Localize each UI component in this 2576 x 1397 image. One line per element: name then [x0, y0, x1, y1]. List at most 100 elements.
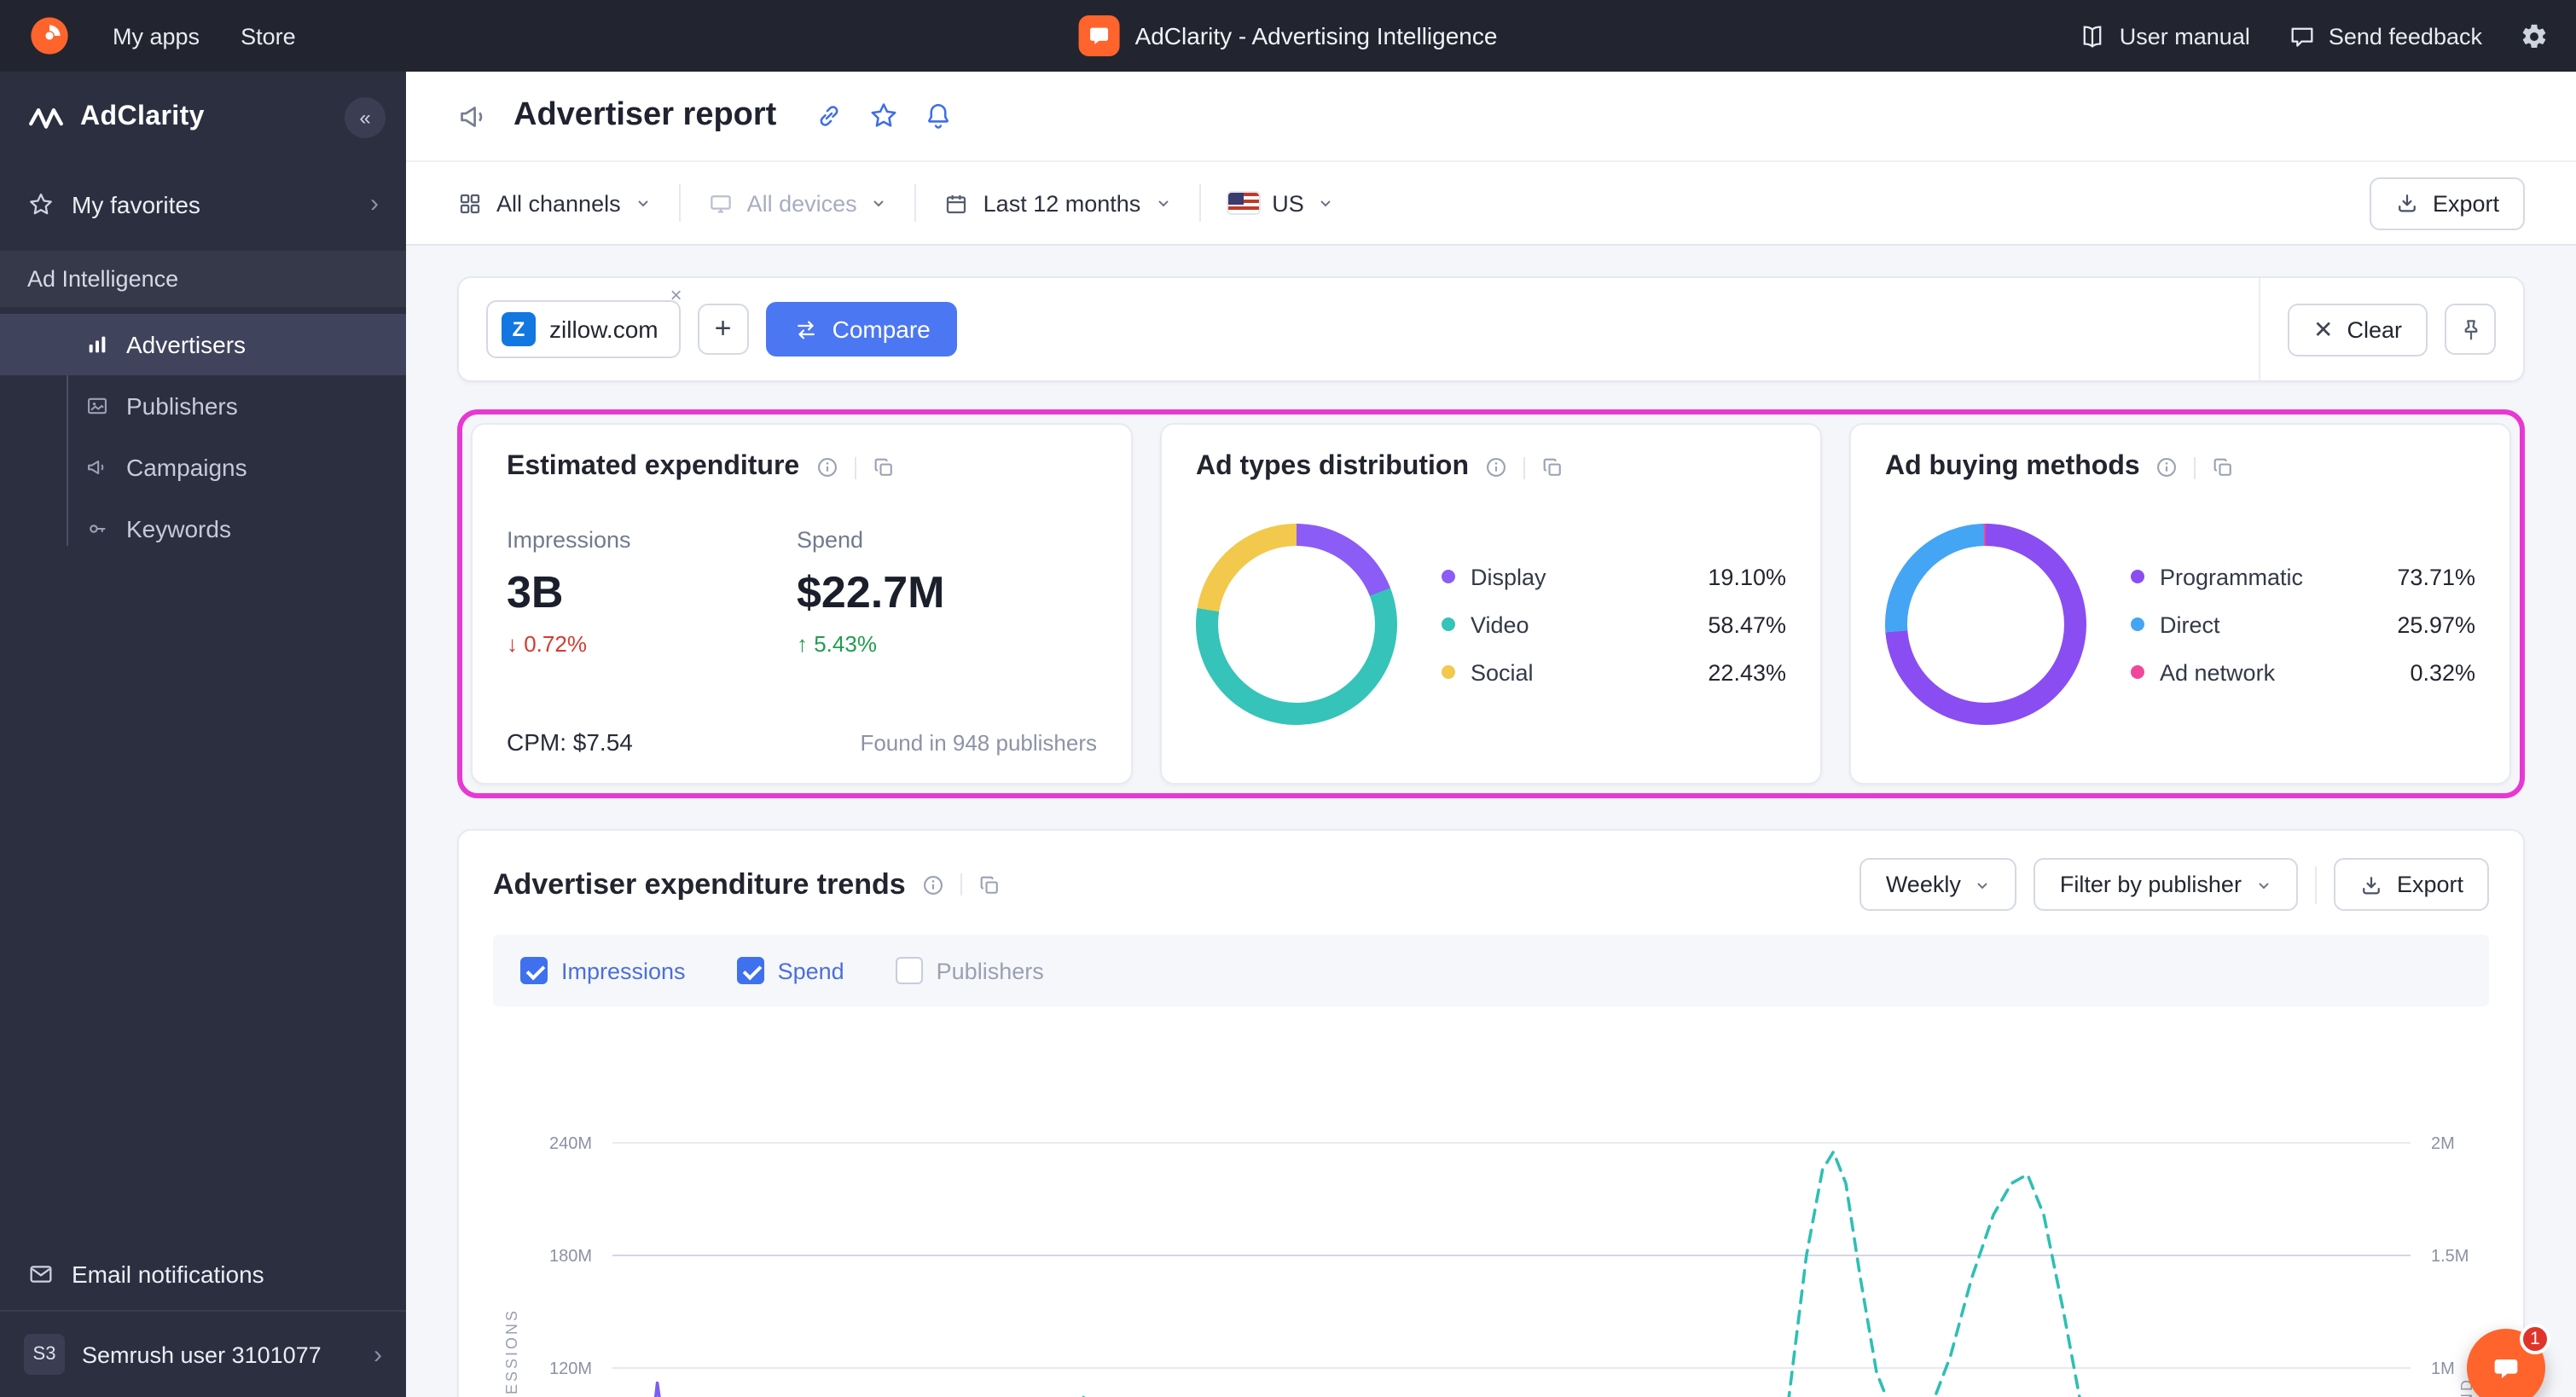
export-button[interactable]: Export	[2369, 177, 2525, 229]
info-icon[interactable]	[921, 872, 945, 896]
settings-gear-icon[interactable]	[2520, 21, 2549, 50]
copy-icon[interactable]	[978, 872, 1001, 896]
sidebar-header: AdClarity «	[0, 72, 406, 160]
date-range-value: Last 12 months	[983, 190, 1141, 216]
granularity-dropdown[interactable]: Weekly	[1859, 858, 2017, 911]
legend-item: Video 58.47%	[1442, 612, 1786, 637]
devices-filter[interactable]: All devices	[708, 190, 888, 216]
svg-text:180M: 180M	[549, 1247, 592, 1266]
keywords-icon	[85, 517, 109, 541]
country-filter[interactable]: US	[1227, 190, 1335, 216]
sidebar-item-publishers[interactable]: Publishers	[0, 375, 406, 437]
sidebar-collapse-button[interactable]: «	[345, 97, 386, 138]
sidebar-item-favorites[interactable]: My favorites ›	[0, 171, 406, 237]
title-divider	[1523, 456, 1525, 478]
sidebar-item-keywords[interactable]: Keywords	[0, 498, 406, 559]
title-divider	[854, 456, 856, 478]
sidebar-item-advertisers[interactable]: Advertisers	[0, 314, 406, 375]
monitor-icon	[708, 190, 734, 216]
sidebar-item-label: Publishers	[126, 392, 238, 420]
pin-button[interactable]	[2445, 304, 2496, 355]
user-name: Semrush user 3101077	[82, 1342, 322, 1367]
filter-by-publisher-dropdown[interactable]: Filter by publisher	[2034, 858, 2298, 911]
copy-icon[interactable]	[1540, 455, 1564, 479]
legend-item: Direct 25.97%	[2131, 612, 2475, 637]
cpm-value: CPM: $7.54	[507, 728, 633, 756]
copy-icon[interactable]	[871, 455, 895, 479]
toggle-publishers[interactable]: Publishers	[895, 957, 1044, 984]
sidebar-item-campaigns[interactable]: Campaigns	[0, 437, 406, 498]
devices-filter-value: All devices	[746, 190, 857, 216]
chevron-down-icon	[2255, 876, 2272, 893]
toggle-label: Spend	[777, 958, 844, 983]
bell-icon[interactable]	[923, 101, 954, 131]
main-area: Advertiser report All channels All devic…	[406, 72, 2576, 1397]
granularity-value: Weekly	[1885, 872, 1961, 897]
info-icon[interactable]	[2155, 455, 2179, 479]
toggle-spend[interactable]: Spend	[736, 957, 844, 984]
user-manual-link[interactable]: User manual	[2079, 21, 2250, 50]
channels-filter[interactable]: All channels	[457, 190, 652, 216]
sidebar-item-label: Campaigns	[126, 454, 247, 481]
checkbox-publishers[interactable]	[895, 957, 923, 984]
trends-controls: Weekly Filter by publisher Export	[1859, 858, 2489, 911]
adclarity-app-icon	[1078, 15, 1120, 56]
channels-filter-value: All channels	[496, 190, 621, 216]
remove-domain-icon[interactable]: ×	[670, 285, 682, 305]
spend-label: Spend	[797, 527, 864, 553]
legend-value: 25.97%	[2397, 612, 2475, 637]
info-icon[interactable]	[815, 455, 838, 479]
toggle-label: Publishers	[936, 958, 1044, 983]
link-icon[interactable]	[814, 101, 844, 131]
user-manual-icon	[2079, 21, 2108, 50]
legend-dot	[2131, 617, 2144, 631]
clear-button[interactable]: ✕ Clear	[2288, 303, 2428, 356]
svg-text:1M: 1M	[2431, 1359, 2455, 1378]
favorites-label: My favorites	[72, 190, 200, 217]
copy-icon[interactable]	[2212, 455, 2236, 479]
add-advertiser-button[interactable]: +	[697, 304, 749, 355]
legend-value: 22.43%	[1708, 659, 1786, 685]
card-title: Estimated expenditure	[507, 452, 800, 481]
compare-button[interactable]: Compare	[765, 302, 958, 356]
legend-dot	[1442, 617, 1455, 631]
toggle-impressions[interactable]: Impressions	[520, 957, 686, 984]
email-notifications-label: Email notifications	[72, 1261, 264, 1288]
checkbox-spend[interactable]	[736, 957, 764, 984]
trends-export-label: Export	[2396, 872, 2463, 897]
ad-buying-methods-card: Ad buying methods Programmatic 73.71% Di…	[1849, 423, 2511, 785]
date-range-filter[interactable]: Last 12 months	[944, 190, 1172, 216]
sidebar-user-row[interactable]: S3 Semrush user 3101077 ›	[0, 1310, 406, 1397]
store-link[interactable]: Store	[241, 23, 296, 49]
card-title: Ad buying methods	[1885, 452, 2140, 481]
semrush-logo-icon[interactable]	[27, 14, 72, 58]
svg-text:1.5M: 1.5M	[2431, 1247, 2469, 1266]
send-feedback-link[interactable]: Send feedback	[2288, 21, 2482, 50]
domain-chip[interactable]: Z zillow.com ×	[486, 285, 682, 358]
filter-by-publisher-label: Filter by publisher	[2059, 872, 2242, 897]
download-icon	[2395, 191, 2419, 215]
ad-types-donut-chart	[1196, 524, 1397, 725]
chat-bubble-button[interactable]: 1	[2467, 1324, 2550, 1397]
trends-title: Advertiser expenditure trends	[493, 867, 906, 900]
user-manual-label: User manual	[2119, 23, 2250, 49]
filter-bar: All channels All devices Last 12 months …	[406, 160, 2576, 246]
trends-export-button[interactable]: Export	[2333, 858, 2489, 911]
checkbox-impressions[interactable]	[520, 957, 548, 984]
legend-value: 0.32%	[2410, 659, 2475, 685]
section-label: Ad Intelligence	[27, 266, 179, 292]
favorite-star-icon[interactable]	[868, 101, 899, 131]
trends-chart: 240M2M180M1.5M120M1MIMPRESSIONSSPEND	[493, 1037, 2489, 1397]
info-icon[interactable]	[1484, 455, 1508, 479]
feedback-bubble-icon	[2288, 21, 2317, 50]
campaigns-icon	[85, 455, 109, 479]
sidebar-item-email-notifications[interactable]: Email notifications	[0, 1238, 406, 1310]
compare-icon	[793, 316, 819, 342]
ad-buying-donut-chart	[1885, 524, 2086, 725]
topbar: My apps Store AdClarity - Advertising In…	[0, 0, 2576, 72]
ad-types-legend: Display 19.10% Video 58.47% Social 22.43…	[1442, 564, 1786, 685]
legend-item: Ad network 0.32%	[2131, 659, 2475, 685]
impressions-label: Impressions	[507, 527, 631, 553]
my-apps-link[interactable]: My apps	[113, 23, 200, 49]
